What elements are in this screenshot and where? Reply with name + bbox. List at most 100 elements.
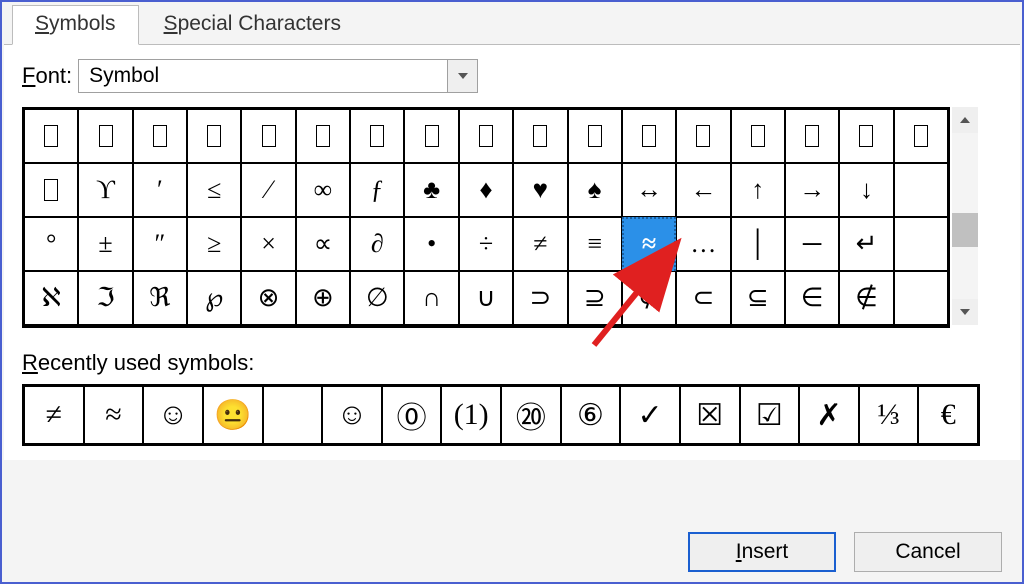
recent-symbol-cell[interactable]: ☺ bbox=[322, 386, 382, 444]
symbol-cell[interactable]: ♥ bbox=[513, 163, 567, 217]
symbol-cell[interactable]: × bbox=[241, 217, 295, 271]
symbol-cell[interactable]: ∪ bbox=[459, 271, 513, 325]
symbol-cell[interactable] bbox=[894, 163, 948, 217]
symbol-cell[interactable] bbox=[622, 109, 676, 163]
symbol-cell[interactable]: ∈ bbox=[785, 271, 839, 325]
symbol-cell[interactable]: ″ bbox=[133, 217, 187, 271]
symbol-cell[interactable]: ⊗ bbox=[241, 271, 295, 325]
symbol-cell[interactable]: ⊕ bbox=[296, 271, 350, 325]
symbol-cell[interactable]: │ bbox=[731, 217, 785, 271]
placeholder-glyph bbox=[44, 125, 58, 147]
recent-symbol-cell[interactable]: ☒ bbox=[680, 386, 740, 444]
symbol-cell[interactable] bbox=[78, 109, 132, 163]
tab-symbols[interactable]: Symbols bbox=[12, 5, 139, 45]
symbol-cell[interactable]: ⊄ bbox=[622, 271, 676, 325]
symbol-cell[interactable]: ↔ bbox=[622, 163, 676, 217]
symbol-cell[interactable]: ∞ bbox=[296, 163, 350, 217]
symbol-cell[interactable]: • bbox=[404, 217, 458, 271]
symbol-cell[interactable]: ≤ bbox=[187, 163, 241, 217]
symbol-cell[interactable] bbox=[568, 109, 622, 163]
symbol-cell[interactable] bbox=[731, 109, 785, 163]
recent-symbol-cell[interactable]: ⑳ bbox=[501, 386, 561, 444]
recent-symbol-cell[interactable]: ≠ bbox=[24, 386, 84, 444]
recent-symbol-cell[interactable]: ✓ bbox=[620, 386, 680, 444]
recent-symbol-cell[interactable] bbox=[263, 386, 323, 444]
recent-symbol-cell[interactable]: ☑ bbox=[740, 386, 800, 444]
symbol-cell[interactable] bbox=[839, 109, 893, 163]
symbol-cell[interactable] bbox=[241, 109, 295, 163]
symbol-cell[interactable]: ♣ bbox=[404, 163, 458, 217]
placeholder-glyph bbox=[805, 125, 819, 147]
recent-symbol-cell[interactable]: 😐 bbox=[203, 386, 263, 444]
recent-symbol-cell[interactable]: ≈ bbox=[84, 386, 144, 444]
symbol-cell[interactable]: ± bbox=[78, 217, 132, 271]
scroll-thumb[interactable] bbox=[952, 213, 978, 247]
placeholder-glyph bbox=[207, 125, 221, 147]
symbol-cell[interactable]: ℑ bbox=[78, 271, 132, 325]
recent-symbol-cell[interactable]: ⑥ bbox=[561, 386, 621, 444]
symbol-cell[interactable] bbox=[894, 217, 948, 271]
symbol-cell[interactable]: ⊂ bbox=[676, 271, 730, 325]
symbol-cell[interactable]: … bbox=[676, 217, 730, 271]
symbol-cell[interactable] bbox=[404, 109, 458, 163]
symbol-cell[interactable]: ↑ bbox=[731, 163, 785, 217]
recent-symbol-cell[interactable]: € bbox=[918, 386, 978, 444]
recent-symbol-cell[interactable]: ⓪ bbox=[382, 386, 442, 444]
symbol-cell[interactable] bbox=[133, 109, 187, 163]
symbol-cell[interactable] bbox=[513, 109, 567, 163]
grid-scrollbar[interactable] bbox=[952, 107, 978, 325]
font-select[interactable]: Symbol bbox=[78, 59, 478, 93]
recent-symbol-cell[interactable]: (1) bbox=[441, 386, 501, 444]
symbol-cell[interactable]: → bbox=[785, 163, 839, 217]
symbol-cell[interactable]: ∉ bbox=[839, 271, 893, 325]
symbol-cell[interactable]: ° bbox=[24, 217, 78, 271]
symbol-cell[interactable]: ♠ bbox=[568, 163, 622, 217]
symbol-cell[interactable] bbox=[24, 163, 78, 217]
symbol-cell[interactable]: ≡ bbox=[568, 217, 622, 271]
symbol-cell[interactable]: ⊃ bbox=[513, 271, 567, 325]
scroll-track[interactable] bbox=[952, 133, 978, 299]
symbol-cell[interactable]: ′ bbox=[133, 163, 187, 217]
symbol-cell[interactable]: ≥ bbox=[187, 217, 241, 271]
recent-symbol-cell[interactable]: ✗ bbox=[799, 386, 859, 444]
symbol-cell[interactable] bbox=[459, 109, 513, 163]
symbol-cell[interactable]: ⁄ bbox=[241, 163, 295, 217]
symbol-cell[interactable]: ϒ bbox=[78, 163, 132, 217]
symbol-cell[interactable]: ← bbox=[676, 163, 730, 217]
symbol-cell[interactable]: ⊇ bbox=[568, 271, 622, 325]
symbol-cell[interactable] bbox=[187, 109, 241, 163]
symbol-cell[interactable]: ♦ bbox=[459, 163, 513, 217]
recent-symbol-cell[interactable]: ☺ bbox=[143, 386, 203, 444]
symbol-cell[interactable]: ƒ bbox=[350, 163, 404, 217]
symbol-cell[interactable]: ↓ bbox=[839, 163, 893, 217]
symbol-cell[interactable]: ÷ bbox=[459, 217, 513, 271]
scroll-up-button[interactable] bbox=[952, 107, 978, 133]
symbol-cell[interactable]: ℘ bbox=[187, 271, 241, 325]
symbol-cell[interactable] bbox=[676, 109, 730, 163]
symbol-cell[interactable]: ∝ bbox=[296, 217, 350, 271]
symbol-cell[interactable] bbox=[894, 109, 948, 163]
symbol-cell[interactable]: ≠ bbox=[513, 217, 567, 271]
symbol-cell[interactable]: ∩ bbox=[404, 271, 458, 325]
insert-button[interactable]: Insert bbox=[688, 532, 836, 572]
tab-special-characters[interactable]: Special Characters bbox=[141, 5, 364, 45]
cancel-button[interactable]: Cancel bbox=[854, 532, 1002, 572]
symbol-cell[interactable] bbox=[894, 271, 948, 325]
recent-symbol-cell[interactable]: ⅓ bbox=[859, 386, 919, 444]
font-select-dropdown-button[interactable] bbox=[447, 60, 477, 92]
symbol-grid-container: ϒ′≤⁄∞ƒ♣♦♥♠↔←↑→↓ °±″≥×∝∂•÷≠≡≈…│─↵ ℵℑℜ℘⊗⊕∅∩∪… bbox=[22, 107, 950, 328]
symbol-cell[interactable]: ∅ bbox=[350, 271, 404, 325]
symbol-cell[interactable]: ℜ bbox=[133, 271, 187, 325]
symbol-cell[interactable]: ≈ bbox=[622, 217, 676, 271]
symbol-cell[interactable]: ─ bbox=[785, 217, 839, 271]
symbol-cell[interactable]: ℵ bbox=[24, 271, 78, 325]
symbol-cell[interactable] bbox=[296, 109, 350, 163]
symbol-cell[interactable]: ⊆ bbox=[731, 271, 785, 325]
symbol-cell[interactable] bbox=[785, 109, 839, 163]
symbol-cell[interactable]: ↵ bbox=[839, 217, 893, 271]
symbol-cell[interactable] bbox=[24, 109, 78, 163]
symbol-cell[interactable] bbox=[350, 109, 404, 163]
scroll-down-button[interactable] bbox=[952, 299, 978, 325]
symbol-grid: ϒ′≤⁄∞ƒ♣♦♥♠↔←↑→↓ °±″≥×∝∂•÷≠≡≈…│─↵ ℵℑℜ℘⊗⊕∅∩∪… bbox=[24, 109, 948, 325]
symbol-cell[interactable]: ∂ bbox=[350, 217, 404, 271]
